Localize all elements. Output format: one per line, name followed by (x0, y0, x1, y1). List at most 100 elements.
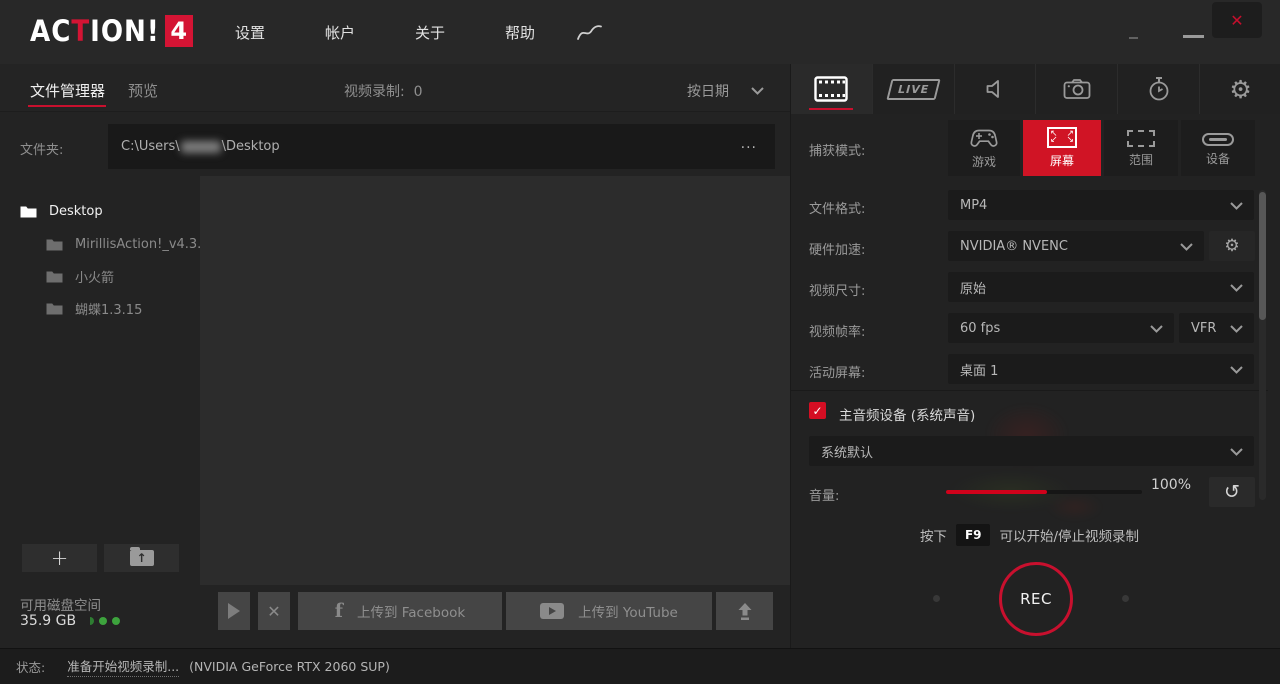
gamepad-icon (969, 127, 999, 149)
capture-mode-device[interactable]: 设备 (1181, 120, 1255, 176)
tab-file-manager[interactable]: 文件管理器 (30, 80, 105, 101)
framerate-label: 视频帧率: (809, 313, 865, 340)
pen-tool-icon[interactable] (576, 22, 604, 44)
tree-item-mirillis[interactable]: MirillisAction!_v4.3.1... (46, 236, 222, 252)
play-icon (228, 603, 240, 619)
video-size-dropdown[interactable]: 原始 (948, 272, 1254, 302)
volume-label: 音量: (809, 478, 839, 504)
facebook-icon: f (335, 600, 343, 622)
scrollbar-track[interactable] (1259, 190, 1266, 500)
screen-capture-icon: ↖↗ ↙↘ (1047, 127, 1077, 148)
menu-help[interactable]: 帮助 (505, 22, 535, 43)
hotkey-key-badge: F9 (956, 524, 991, 546)
tab-screenshots[interactable] (1036, 64, 1118, 114)
folder-path-input[interactable]: C:\Users\\Desktop ... (108, 124, 775, 169)
disk-space-label: 可用磁盘空间 (20, 594, 101, 614)
menu-about[interactable]: 关于 (415, 22, 445, 43)
disk-space-value: 35.9 GB (20, 613, 76, 629)
tab-preview[interactable]: 预览 (128, 80, 158, 101)
check-icon: ✓ (812, 404, 822, 418)
disk-status-dots (90, 617, 120, 625)
audio-device-dropdown[interactable]: 系统默认 (809, 436, 1254, 466)
capture-mode-region[interactable]: 范围 (1104, 120, 1178, 176)
logo-version-badge: 4 (165, 15, 193, 47)
volume-slider[interactable] (946, 490, 1142, 494)
active-screen-label: 活动屏幕: (809, 354, 865, 381)
file-format-dropdown[interactable]: MP4 (948, 190, 1254, 220)
tree-item-desktop[interactable]: Desktop (20, 203, 103, 219)
menu-account[interactable]: 帐户 (325, 22, 355, 43)
gear-icon: ⚙ (1224, 236, 1239, 256)
volume-slider-fill (946, 490, 1047, 494)
action-app-window: ACTION! 4 设置 帐户 关于 帮助 ✕ 文件管理器 预览 视频录制: 0… (0, 0, 1280, 684)
rec-button[interactable]: REC (999, 562, 1073, 636)
plus-icon: + (51, 548, 69, 569)
active-screen-dropdown[interactable]: 桌面 1 (948, 354, 1254, 384)
folder-label: 文件夹: (20, 139, 63, 158)
tree-item-butterfly[interactable]: 蝴蝶1.3.15 (46, 300, 142, 316)
chevron-down-icon (1230, 448, 1243, 456)
folder-icon (46, 238, 63, 251)
tab-benchmark-timer[interactable] (1118, 64, 1200, 114)
play-button[interactable] (218, 592, 250, 630)
close-icon: ✕ (1230, 11, 1243, 30)
browse-button[interactable]: ... (741, 136, 757, 152)
upload-youtube-button[interactable]: 上传到 YouTube (506, 592, 712, 630)
recordings-counter: 视频录制: 0 (344, 81, 423, 101)
chevron-down-icon (1180, 243, 1193, 251)
export-folder-button[interactable]: ↑ (104, 544, 179, 572)
status-message: 准备开始视频录制... (67, 656, 179, 677)
file-format-label: 文件格式: (809, 190, 865, 217)
reset-icon: ↺ (1224, 481, 1240, 503)
logo-text: ACTION! (30, 14, 160, 48)
delete-button[interactable]: ✕ (258, 592, 290, 630)
file-list-area[interactable] (200, 176, 790, 585)
path-suffix: \Desktop (222, 139, 280, 154)
file-manager-panel: 文件管理器 预览 视频录制: 0 按日期 文件夹: C:\Users\\Desk… (0, 64, 790, 648)
volume-reset-button[interactable]: ↺ (1209, 477, 1255, 507)
recording-settings-panel: LIVE ⚙ 捕获模式: 游戏 (790, 64, 1280, 648)
close-button[interactable]: ✕ (1212, 2, 1262, 38)
app-logo: ACTION! 4 (30, 14, 193, 48)
volume-value: 100% (1131, 477, 1191, 493)
video-size-label: 视频尺寸: (809, 272, 865, 299)
capture-mode-games[interactable]: 游戏 (948, 120, 1020, 176)
chevron-down-icon (1230, 325, 1243, 333)
tab-settings[interactable]: ⚙ (1200, 64, 1280, 114)
camera-icon (1063, 78, 1091, 100)
upload-icon (737, 602, 753, 621)
capture-mode-screen[interactable]: ↖↗ ↙↘ 屏幕 (1023, 120, 1101, 176)
redacted-username (181, 141, 221, 153)
folder-up-icon: ↑ (130, 550, 154, 566)
add-folder-button[interactable]: + (22, 544, 97, 572)
tab-video-recording[interactable] (791, 64, 873, 114)
hw-accel-settings-button[interactable]: ⚙ (1209, 231, 1255, 261)
film-strip-icon (814, 76, 848, 102)
framerate-mode-dropdown[interactable]: VFR (1179, 313, 1254, 343)
upload-button[interactable] (716, 592, 773, 630)
audio-device-checkbox-label: 主音频设备 (系统声音) (839, 404, 975, 424)
sort-by-dropdown[interactable]: 按日期 (687, 81, 764, 101)
title-bar: ACTION! 4 设置 帐户 关于 帮助 ✕ (0, 0, 1280, 64)
hotkey-hint: 按下 F9 可以开始/停止视频录制 (791, 524, 1268, 546)
hw-accel-dropdown[interactable]: NVIDIA® NVENC (948, 231, 1204, 261)
chevron-down-icon (1150, 325, 1163, 333)
resize-handle-icon[interactable] (1129, 37, 1138, 39)
audio-device-checkbox[interactable]: ✓ (809, 402, 826, 419)
tree-item-rocket[interactable]: 小火箭 (46, 268, 114, 284)
minimize-button[interactable] (1183, 35, 1204, 38)
folder-icon (46, 270, 63, 283)
region-select-icon (1127, 130, 1155, 147)
tab-audio-recording[interactable] (955, 64, 1037, 114)
youtube-icon (540, 603, 564, 619)
tab-live-streaming[interactable]: LIVE (873, 64, 955, 114)
scrollbar-thumb[interactable] (1259, 192, 1266, 320)
folder-icon (46, 302, 63, 315)
chevron-down-icon (751, 87, 764, 95)
file-panel-header: 文件管理器 预览 视频录制: 0 按日期 (0, 64, 790, 112)
menu-settings[interactable]: 设置 (235, 22, 265, 43)
speaker-icon (984, 78, 1006, 100)
capture-mode-label: 捕获模式: (809, 140, 865, 159)
framerate-dropdown[interactable]: 60 fps (948, 313, 1174, 343)
upload-facebook-button[interactable]: f 上传到 Facebook (298, 592, 502, 630)
